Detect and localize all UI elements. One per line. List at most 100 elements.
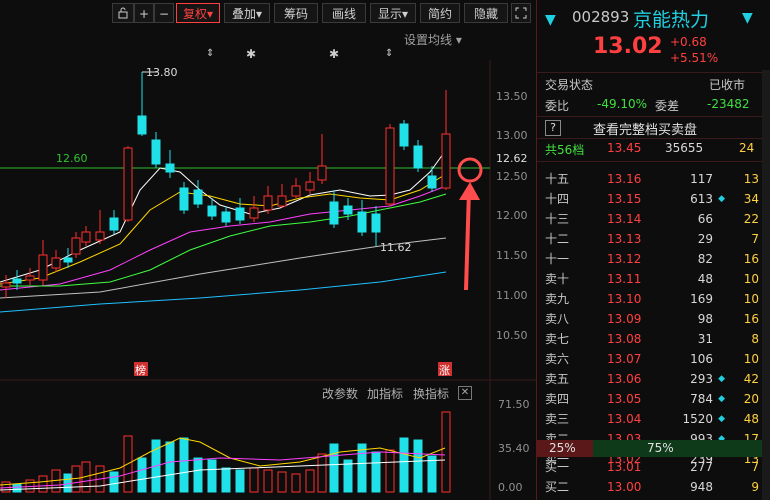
price-axis-tick: 13.00 [496, 129, 528, 142]
candle-body [179, 187, 189, 211]
sell-level-label: 卖四 [545, 392, 570, 406]
sell-count: 16 [743, 312, 759, 326]
candle-body [291, 185, 301, 197]
volume-bar [109, 471, 119, 493]
side-tab-strip[interactable] [762, 70, 770, 500]
sell-count: 34 [743, 192, 759, 206]
sell-price: 13.09 [607, 312, 642, 326]
candle-body [12, 278, 22, 284]
volume-axis-tick: 71.50 [498, 398, 530, 411]
sell-row[interactable]: 十二 13.13 29 7 [537, 230, 761, 249]
change-params-button[interactable]: 改参数 [322, 385, 358, 402]
buy-sell-ratio-bar: 25% 75% [537, 440, 762, 457]
sell-level-label: 十二 [545, 232, 570, 246]
sell-count: 48 [743, 412, 759, 426]
volume-bar [193, 457, 203, 493]
sell-volume: 31 [697, 332, 713, 346]
candle-body [63, 257, 73, 263]
volume-bar [427, 455, 437, 493]
volume-bar [329, 443, 339, 493]
candle-body [249, 207, 259, 219]
sell-row[interactable]: 卖六 13.07 106 10 [537, 350, 761, 369]
volume-bar [263, 469, 273, 493]
candle-body [221, 211, 231, 223]
candle-body [371, 213, 381, 233]
sell-row[interactable]: 卖九 13.10 169 10 [537, 290, 761, 309]
candle-body [441, 133, 451, 189]
dropdown-arrow-icon[interactable]: ▼ [545, 12, 556, 28]
sell-price: 13.12 [607, 252, 642, 266]
sell-level-label: 卖十 [545, 272, 570, 286]
candle-body [123, 147, 133, 221]
volume-bar [221, 467, 231, 493]
next-stock-icon[interactable]: ▼ [742, 10, 753, 26]
volume-bar [235, 469, 245, 493]
sell-row[interactable]: 十一 13.12 82 16 [537, 250, 761, 269]
close-icon[interactable]: ✕ [458, 386, 472, 400]
high-label: 13.80 [146, 66, 178, 79]
buy-row[interactable]: 买一 13.01 277 7 [537, 458, 761, 477]
sell-volume: 293 [690, 372, 713, 386]
total-levels-count: 24 [739, 141, 755, 155]
sell-price: 13.04 [607, 412, 642, 426]
current-price: 13.02 [593, 34, 663, 59]
buy-row[interactable]: 买二 13.00 948 9 [537, 478, 761, 497]
sell-row[interactable]: 十五 13.16 117 13 [537, 170, 761, 189]
candle-body [51, 257, 61, 269]
weicha-label: 委差 [655, 99, 680, 113]
buy-price: 13.01 [607, 460, 642, 474]
diamond-icon: ◆ [718, 414, 725, 424]
sell-count: 10 [743, 272, 759, 286]
sell-count: 22 [743, 212, 759, 226]
volume-bar [249, 467, 259, 493]
volume-bar [179, 437, 189, 493]
kline-canvas[interactable]: 12.60 13.80 11.62 榜 涨 [0, 0, 536, 500]
price-axis-tick: 11.50 [496, 249, 528, 262]
volume-bar [305, 469, 315, 493]
sell-price: 13.16 [607, 172, 642, 186]
volume-bar [277, 471, 287, 493]
sell-row[interactable]: 卖四 13.05 784 ◆ 20 [537, 390, 761, 409]
sell-row[interactable]: 卖五 13.06 293 ◆ 42 [537, 370, 761, 389]
volume-bar [38, 475, 48, 493]
moving-average-line [0, 271, 447, 313]
volume-bar [357, 443, 367, 493]
price-axis-tick: 12.00 [496, 209, 528, 222]
trade-state-value: 已收市 [709, 78, 746, 92]
sell-row[interactable]: 十三 13.14 66 22 [537, 210, 761, 229]
sell-row[interactable]: 卖八 13.09 98 16 [537, 310, 761, 329]
volume-bar [371, 451, 381, 493]
sell-level-label: 十四 [545, 192, 570, 206]
sell-price: 13.08 [607, 332, 642, 346]
switch-indicator-button[interactable]: 换指标 [413, 385, 449, 402]
sell-row[interactable]: 卖七 13.08 31 8 [537, 330, 761, 349]
sell-price: 13.06 [607, 372, 642, 386]
add-indicator-button[interactable]: 加指标 [367, 385, 403, 402]
sell-volume: 82 [697, 252, 713, 266]
total-levels-label: 共56档 [545, 143, 585, 157]
full-order-book-link[interactable]: 查看完整档买卖盘 [593, 119, 697, 138]
volume-bar [343, 459, 353, 493]
candle-body [329, 201, 339, 225]
buy-level-label: 买一 [545, 460, 570, 474]
sell-price: 13.15 [607, 192, 642, 206]
sell-row[interactable]: 卖三 13.04 1520 ◆ 48 [537, 410, 761, 429]
sell-row[interactable]: 十四 13.15 613 ◆ 34 [537, 190, 761, 209]
candle-body [277, 195, 287, 207]
sell-level-label: 卖九 [545, 292, 570, 306]
sell-price: 13.13 [607, 232, 642, 246]
help-icon[interactable]: ? [545, 120, 561, 136]
sell-volume: 1520 [682, 412, 713, 426]
candle-body [81, 231, 91, 243]
buy-count: 7 [751, 460, 759, 474]
sell-row[interactable]: 卖十 13.11 48 10 [537, 270, 761, 289]
candle-body [1, 282, 11, 288]
candle-body [263, 195, 273, 211]
candle-body [427, 175, 437, 189]
sell-price: 13.11 [607, 272, 642, 286]
candle-body [343, 205, 353, 215]
buy-count: 9 [751, 480, 759, 494]
buy-ratio-fill [593, 440, 762, 457]
candle-body [413, 145, 423, 169]
candle-body [207, 205, 217, 217]
